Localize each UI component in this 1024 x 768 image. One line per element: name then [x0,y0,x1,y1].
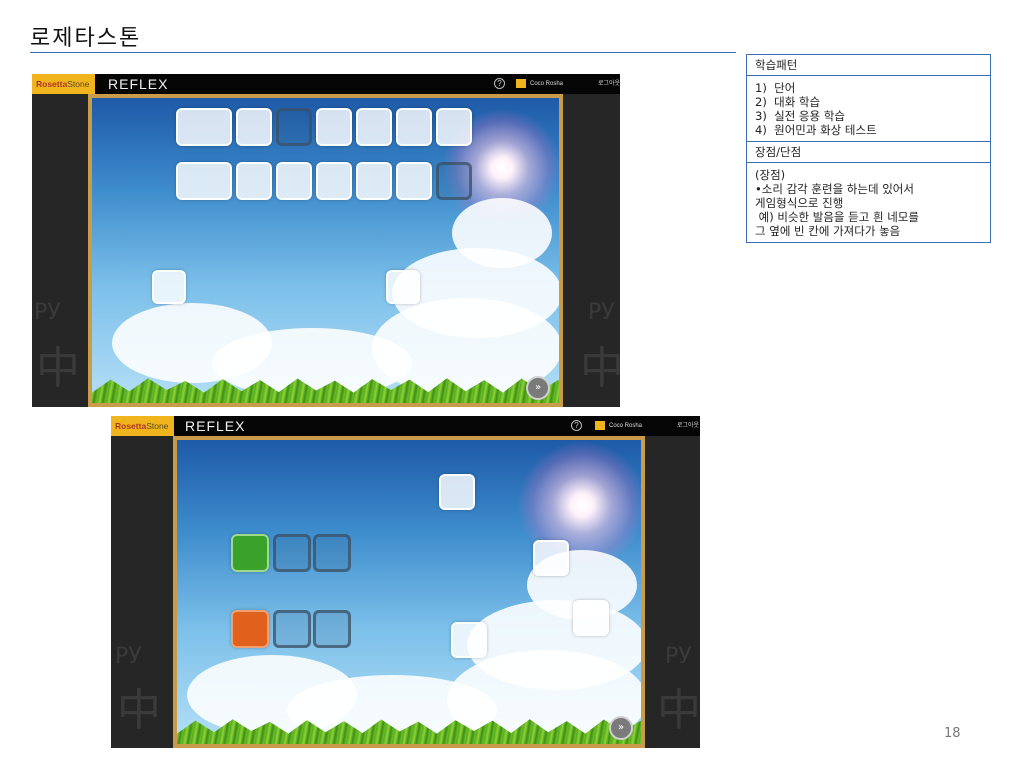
draggable-tile[interactable] [573,600,609,636]
user-icon [595,421,605,430]
answer-tile[interactable] [236,162,272,200]
answer-tile[interactable] [396,162,432,200]
list-item: 2) 대화 학습 [755,95,821,109]
draggable-tile[interactable] [533,540,569,576]
list-item: 3) 실전 응용 학습 [755,109,845,123]
game-board: » [88,94,563,407]
next-button[interactable]: » [609,716,633,740]
text-line: 게임형식으로 진행 [755,196,844,210]
selected-tile[interactable] [231,610,269,648]
reflex-logo: REFLEX [108,76,169,92]
answer-tile[interactable] [276,162,312,200]
help-icon[interactable]: ? [571,420,582,431]
help-icon[interactable]: ? [494,78,505,89]
answer-tile[interactable] [396,108,432,146]
app-header: RosettaStone REFLEX ? Coco Rosha 로그아웃 [32,74,620,94]
empty-slot[interactable] [313,610,351,648]
slide-title: 로제타스톤 [30,26,142,51]
text-line: (장점) [755,168,786,182]
answer-tile[interactable] [436,108,472,146]
text-line: 예) 비슷한 발음을 듣고 흰 네모를 [755,210,919,224]
empty-slot[interactable] [313,534,351,572]
reflex-logo: REFLEX [185,418,246,434]
draggable-tile[interactable] [152,270,186,304]
info-table: 학습패턴 1) 단어 2) 대화 학습 3) 실전 응용 학습 4) 원어민과 … [746,54,991,243]
decor-glyph: 中 [36,343,80,394]
decor-glyph: 中 [657,685,700,736]
decor-glyph: 中 [580,343,620,394]
pros-cons-header: 장점/단점 [747,142,990,163]
pros-cons-text: (장점) •소리 감각 훈련을 하는데 있어서 게임형식으로 진행 예) 비슷한… [747,163,990,242]
decor-glyph: РУ [115,644,142,669]
empty-slot[interactable] [273,610,311,648]
user-name: Coco Rosha [609,423,643,429]
list-item: 4) 원어민과 화상 테스트 [755,123,877,137]
text-line: •소리 감각 훈련을 하는데 있어서 [755,182,914,196]
game-screenshot-1: RosettaStone REFLEX ? Coco Rosha 로그아웃 РУ… [32,74,620,407]
user-name: Coco Rosha [530,81,564,87]
decor-glyph: РУ [588,300,615,325]
next-button[interactable]: » [526,376,550,400]
text-line: 그 옆에 빈 칸에 가져다가 놓음 [755,224,901,238]
logout-link[interactable]: 로그아웃 [677,416,699,436]
rosetta-stone-logo: RosettaStone [32,74,96,94]
game-screenshot-2: RosettaStone REFLEX ? Coco Rosha 로그아웃 РУ… [111,416,700,748]
empty-slot[interactable] [436,162,472,200]
answer-tile[interactable] [316,162,352,200]
draggable-tile[interactable] [386,270,420,304]
correct-tile[interactable] [231,534,269,572]
list-item: 1) 단어 [755,81,796,95]
decor-glyph: РУ [34,300,61,325]
answer-tile[interactable] [236,108,272,146]
learning-pattern-list: 1) 단어 2) 대화 학습 3) 실전 응용 학습 4) 원어민과 화상 테스… [747,76,990,142]
decor-glyph: РУ [665,644,692,669]
decor-glyph: 中 [117,685,161,736]
learning-pattern-header: 학습패턴 [747,55,990,76]
answer-tile-wide[interactable] [176,162,232,200]
rosetta-stone-logo: RosettaStone [111,416,175,436]
draggable-tile[interactable] [451,622,487,658]
title-divider [30,52,736,53]
answer-tile-wide[interactable] [176,108,232,146]
answer-tile[interactable] [356,162,392,200]
answer-tile[interactable] [316,108,352,146]
cloud [452,198,552,268]
draggable-tile[interactable] [439,474,475,510]
logout-link[interactable]: 로그아웃 [598,74,620,94]
empty-slot[interactable] [273,534,311,572]
user-icon [516,79,526,88]
empty-slot[interactable] [276,108,312,146]
page-number: 18 [944,726,961,741]
game-board: » [173,436,645,748]
answer-tile[interactable] [356,108,392,146]
app-header: RosettaStone REFLEX ? Coco Rosha 로그아웃 [111,416,700,436]
